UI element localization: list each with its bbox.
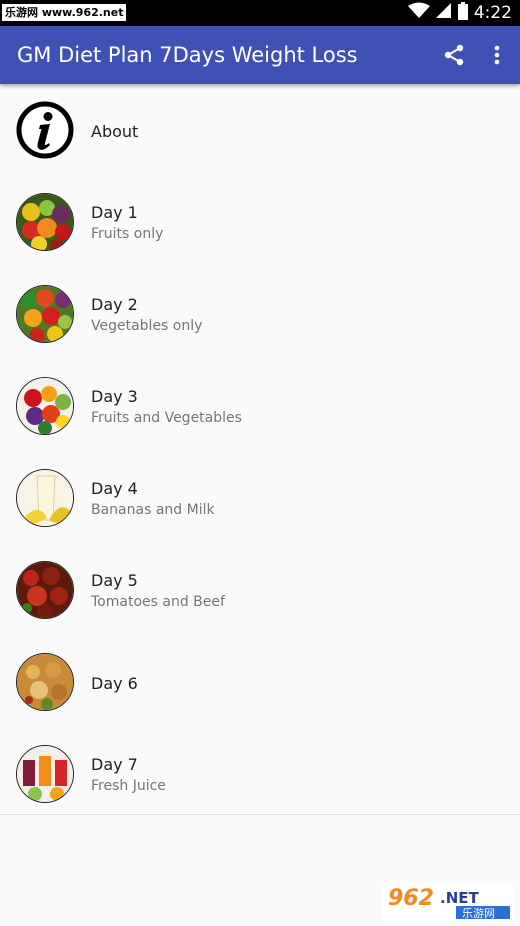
status-time: 4:22 <box>474 3 512 23</box>
list-divider <box>0 814 520 815</box>
watermark-label: 乐游网 www.962.net <box>2 4 126 21</box>
watermark-logo: 962 .NET 乐游网 <box>382 881 514 921</box>
info-icon <box>16 101 74 159</box>
list-item-day-6[interactable]: Day 6 <box>0 637 520 729</box>
day-5-subtitle: Tomatoes and Beef <box>91 594 225 610</box>
overflow-menu-icon <box>494 45 500 65</box>
list-item-about[interactable]: About <box>0 85 520 177</box>
list-item-day-5[interactable]: Day 5 Tomatoes and Beef <box>0 545 520 637</box>
vegetables-thumbnail <box>16 285 74 343</box>
day-2-title: Day 2 <box>91 295 138 314</box>
day-1-title: Day 1 <box>91 203 138 222</box>
day-3-title: Day 3 <box>91 387 138 406</box>
status-icons: 4:22 <box>408 0 512 26</box>
day-7-title: Day 7 <box>91 755 138 774</box>
day-1-subtitle: Fruits only <box>91 226 163 242</box>
battery-icon <box>458 2 468 25</box>
app-title: GM Diet Plan 7Days Weight Loss <box>17 26 358 84</box>
fruits-vegetables-thumbnail <box>16 377 74 435</box>
day-4-title: Day 4 <box>91 479 138 498</box>
svg-text:962: 962 <box>388 886 434 911</box>
svg-text:乐游网: 乐游网 <box>462 907 495 920</box>
share-button[interactable] <box>439 40 469 70</box>
overflow-menu-button[interactable] <box>482 40 512 70</box>
list-item-day-4[interactable]: Day 4 Bananas and Milk <box>0 453 520 545</box>
day-7-subtitle: Fresh Juice <box>91 778 166 794</box>
day-2-subtitle: Vegetables only <box>91 318 202 334</box>
rice-dish-thumbnail <box>16 653 74 711</box>
list-item-day-7[interactable]: Day 7 Fresh Juice <box>0 729 520 821</box>
share-icon <box>443 44 465 66</box>
status-bar: 乐游网 www.962.net 4:22 <box>0 0 520 26</box>
about-label: About <box>91 122 138 141</box>
app-bar: GM Diet Plan 7Days Weight Loss <box>0 26 520 84</box>
list-item-day-3[interactable]: Day 3 Fruits and Vegetables <box>0 361 520 453</box>
signal-icon <box>436 2 452 24</box>
tomato-beef-thumbnail <box>16 561 74 619</box>
day-5-title: Day 5 <box>91 571 138 590</box>
day-6-title: Day 6 <box>91 674 138 693</box>
juice-thumbnail <box>16 745 74 803</box>
svg-text:.NET: .NET <box>440 889 479 907</box>
fruits-thumbnail <box>16 193 74 251</box>
list-item-day-2[interactable]: Day 2 Vegetables only <box>0 269 520 361</box>
wifi-icon <box>408 2 430 24</box>
list-item-day-1[interactable]: Day 1 Fruits only <box>0 177 520 269</box>
banana-milk-thumbnail <box>16 469 74 527</box>
day-3-subtitle: Fruits and Vegetables <box>91 410 242 426</box>
day-4-subtitle: Bananas and Milk <box>91 502 215 518</box>
menu-list: About Day 1 Fruits only <box>0 85 520 821</box>
